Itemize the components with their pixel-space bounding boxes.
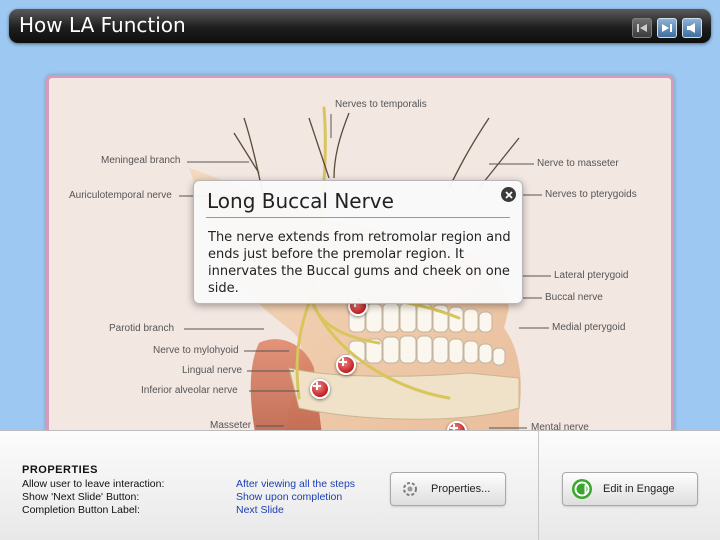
label-nerves-to-pterygoids: Nerves to pterygoids	[545, 189, 637, 200]
prop-value-completion-button[interactable]: Next Slide	[236, 504, 284, 516]
popup-divider	[206, 217, 510, 218]
prop-value-next-slide-button[interactable]: Show upon completion	[236, 491, 342, 503]
prop-label-next-slide-button: Show 'Next Slide' Button:	[22, 491, 140, 503]
audio-icon	[687, 23, 695, 33]
plus-icon	[339, 358, 347, 366]
label-buccal-nerve: Buccal nerve	[545, 292, 603, 303]
label-medial-pterygoid: Medial pterygoid	[552, 322, 626, 333]
plus-icon	[313, 382, 321, 390]
label-nerve-to-mylohyoid: Nerve to mylohyoid	[153, 345, 239, 356]
prop-label-completion-button: Completion Button Label:	[22, 504, 140, 516]
previous-icon	[637, 24, 647, 32]
previous-button[interactable]	[632, 18, 652, 38]
engage-logo-icon	[571, 478, 593, 500]
prop-value-leave-interaction[interactable]: After viewing all the steps	[236, 478, 355, 490]
popup-title: Long Buccal Nerve	[207, 189, 394, 213]
panel-divider	[538, 431, 539, 540]
page-title: How LA Function	[19, 13, 186, 37]
edit-in-engage-button-label: Edit in Engage	[603, 483, 675, 495]
properties-button[interactable]: Properties...	[390, 472, 506, 506]
label-meningeal-branch: Meningeal branch	[101, 155, 181, 166]
hotspot-lingual-nerve[interactable]	[336, 355, 356, 375]
popup-close-button[interactable]	[501, 187, 516, 202]
properties-button-label: Properties...	[431, 483, 491, 495]
info-popup: Long Buccal Nerve The nerve extends from…	[193, 180, 523, 304]
label-auriculotemporal-nerve: Auriculotemporal nerve	[69, 190, 172, 201]
title-bar: How LA Function	[9, 9, 711, 43]
next-icon	[662, 24, 672, 32]
label-lateral-pterygoid: Lateral pterygoid	[554, 270, 629, 281]
label-lingual-nerve: Lingual nerve	[182, 365, 243, 376]
edit-in-engage-button[interactable]: Edit in Engage	[562, 472, 698, 506]
label-nerve-to-masseter: Nerve to masseter	[537, 158, 619, 169]
label-nerves-to-temporalis: Nerves to temporalis	[335, 99, 427, 110]
gear-icon	[399, 478, 421, 500]
popup-body: The nerve extends from retromolar region…	[208, 230, 511, 296]
audio-button[interactable]	[682, 18, 702, 38]
close-icon	[504, 190, 513, 199]
prop-label-leave-interaction: Allow user to leave interaction:	[22, 478, 165, 490]
hotspot-inferior-alveolar-nerve[interactable]	[310, 379, 330, 399]
label-parotid-branch: Parotid branch	[109, 323, 175, 334]
label-inferior-alveolar-nerve: Inferior alveolar nerve	[141, 385, 238, 396]
next-button[interactable]	[657, 18, 677, 38]
properties-heading: PROPERTIES	[22, 464, 98, 476]
properties-panel: PROPERTIES Allow user to leave interacti…	[0, 430, 720, 540]
